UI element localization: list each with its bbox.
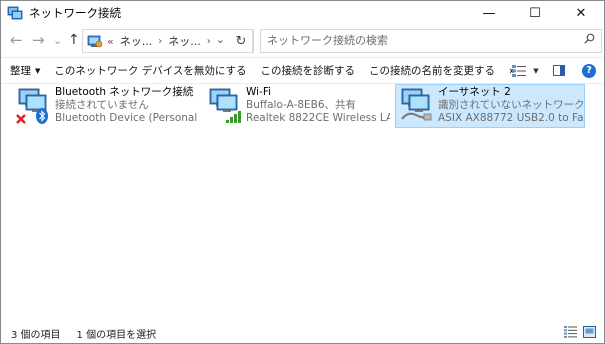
connection-device: Realtek 8822CE Wireless LAN 802.... (246, 112, 390, 124)
view-options-icon (512, 64, 526, 77)
view-toggle-group (564, 326, 596, 341)
large-icons-view-icon (583, 326, 596, 338)
connection-device: Bluetooth Device (Personal Area ... (55, 112, 199, 124)
details-view-icon (564, 326, 577, 338)
breadcrumb-separator-icon[interactable]: › (158, 36, 162, 47)
change-view-button[interactable] (510, 58, 528, 83)
command-bar: 整理 ▼ このネットワーク デバイスを無効にする この接続を診断する この接続の… (1, 57, 604, 84)
disable-device-button[interactable]: このネットワーク デバイスを無効にする (47, 58, 253, 83)
connection-item-bluetooth[interactable]: Bluetooth ネットワーク接続 接続されていません Bluetooth D… (13, 85, 199, 127)
breadcrumb-separator-icon[interactable]: › (207, 36, 211, 47)
bluetooth-icon (36, 108, 48, 124)
back-arrow-icon[interactable]: ← (10, 32, 23, 48)
chevron-down-icon: ▼ (35, 66, 41, 75)
title-bar: ネットワーク接続 — ☐ ✕ (1, 1, 604, 25)
breadcrumb-segment-1[interactable]: ネッ... (120, 33, 153, 49)
organize-label: 整理 (10, 65, 31, 77)
details-view-button[interactable] (564, 326, 577, 341)
large-icons-view-button[interactable] (583, 326, 596, 341)
up-arrow-icon[interactable]: ↑ (68, 32, 80, 48)
network-connections-app-icon (7, 6, 23, 20)
minimize-button[interactable]: — (466, 1, 512, 25)
breadcrumb-overflow[interactable]: « (107, 35, 114, 48)
connection-item-wifi[interactable]: Wi-Fi Buffalo-A-8EB6、共有 Realtek 8822CE W… (204, 85, 390, 127)
address-bar-row: ← → ⌄ ↑ « ネッ... › ネッ... › ⌄ ↻ (1, 25, 604, 55)
network-adapter-icon (15, 85, 51, 125)
help-button[interactable]: ? (574, 58, 604, 83)
network-connections-window: ネットワーク接続 — ☐ ✕ ← → ⌄ ↑ « ネッ... › ネッ... ›… (0, 0, 605, 344)
connection-text: Wi-Fi Buffalo-A-8EB6、共有 Realtek 8822CE W… (246, 85, 390, 127)
item-count: 3 個の項目 (11, 329, 61, 341)
search-input[interactable] (267, 30, 577, 50)
status-bar: 3 個の項目 1 個の項目を選択 (1, 323, 604, 343)
forward-arrow-icon[interactable]: → (32, 32, 45, 48)
maximize-button[interactable]: ☐ (512, 1, 558, 25)
toolbar-right-group: ▼ ? (510, 58, 604, 83)
control-panel-icon (87, 35, 103, 48)
network-adapter-icon (398, 85, 434, 125)
refresh-icon: ↻ (235, 33, 247, 49)
help-icon: ? (582, 63, 596, 78)
connection-status: Buffalo-A-8EB6、共有 (246, 99, 357, 111)
connection-status: 接続されていません (55, 99, 149, 111)
connections-list: Bluetooth ネットワーク接続 接続されていません Bluetooth D… (1, 83, 604, 319)
disconnected-x-icon (16, 114, 26, 124)
rename-connection-button[interactable]: この接続の名前を変更する (362, 58, 502, 83)
search-icon[interactable] (584, 33, 595, 47)
address-bar[interactable]: « ネッ... › ネッ... › ⌄ (82, 29, 254, 53)
view-dropdown-chevron-icon[interactable]: ▼ (528, 58, 544, 83)
connection-text: Bluetooth ネットワーク接続 接続されていません Bluetooth D… (55, 85, 199, 127)
connection-name: Wi-Fi (246, 86, 272, 98)
preview-pane-button[interactable] (544, 58, 574, 83)
selection-count: 1 個の項目を選択 (76, 329, 157, 341)
connection-item-ethernet-2[interactable]: イーサネット 2 識別されていないネットワーク ASIX AX88772 USB… (395, 84, 585, 128)
connection-status: 識別されていないネットワーク (438, 99, 584, 111)
window-controls: — ☐ ✕ (466, 1, 604, 25)
breadcrumb-segment-2[interactable]: ネッ... (168, 33, 201, 49)
wifi-signal-bars-icon (226, 111, 241, 123)
ethernet-cable-icon (401, 112, 432, 121)
address-dropdown-chevron-icon[interactable]: ⌄ (216, 33, 225, 46)
close-button[interactable]: ✕ (558, 1, 604, 25)
network-adapter-icon (206, 85, 242, 125)
refresh-button[interactable]: ↻ (230, 29, 253, 53)
search-box[interactable] (260, 29, 602, 53)
connection-name: イーサネット 2 (438, 86, 511, 98)
window-title: ネットワーク接続 (29, 6, 121, 20)
connection-name: Bluetooth ネットワーク接続 (55, 86, 194, 98)
connection-device: ASIX AX88772 USB2.0 to Fast Ethe... (438, 112, 584, 124)
diagnose-connection-button[interactable]: この接続を診断する (254, 58, 363, 83)
organize-menu-button[interactable]: 整理 ▼ (1, 58, 47, 83)
recent-locations-chevron-icon[interactable]: ⌄ (53, 33, 62, 49)
connection-text: イーサネット 2 識別されていないネットワーク ASIX AX88772 USB… (438, 85, 584, 127)
preview-pane-icon (553, 65, 565, 76)
